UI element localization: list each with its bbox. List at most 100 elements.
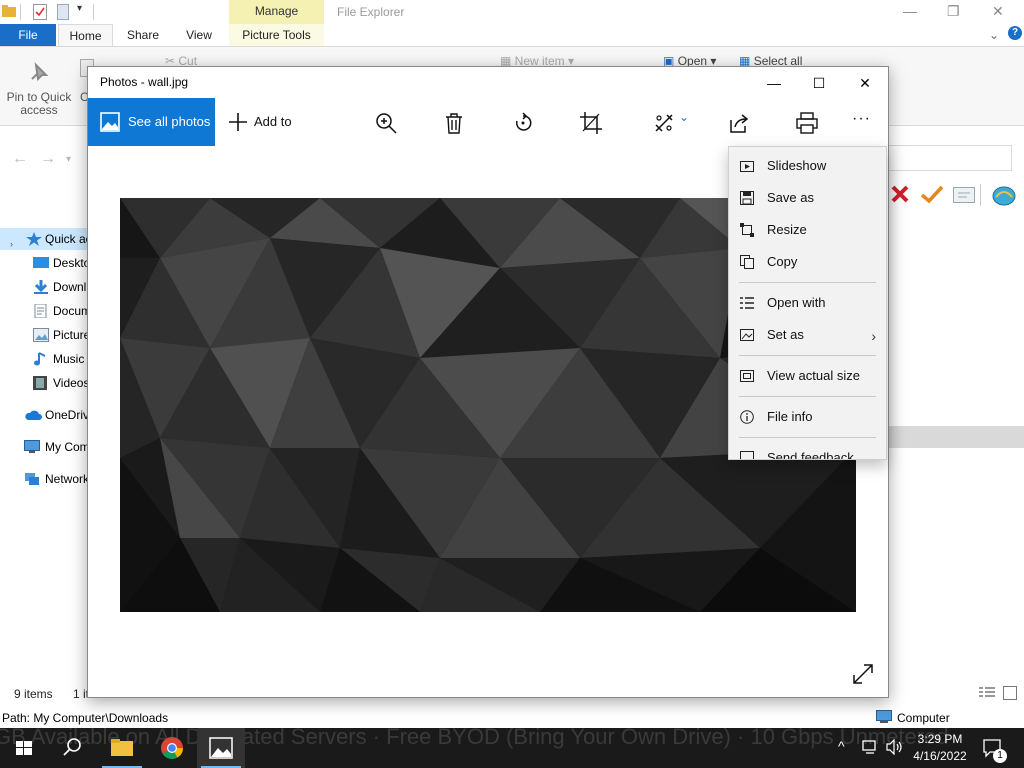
tab-home[interactable]: Home — [58, 24, 113, 46]
open-with-icon — [740, 296, 754, 310]
save-icon — [740, 191, 754, 205]
actual-size-icon — [740, 369, 754, 383]
close-icon[interactable]: ✕ — [992, 3, 1004, 20]
menu-item-view-actual-size[interactable]: View actual size — [729, 361, 886, 391]
menu-label: Resize — [767, 222, 807, 237]
share-button[interactable] — [718, 98, 758, 146]
menu-item-set-as[interactable]: Set as › — [729, 320, 886, 350]
menu-label: Save as — [767, 190, 814, 205]
taskbar-file-explorer[interactable] — [98, 728, 146, 768]
crop-button[interactable] — [570, 98, 610, 146]
nav-item-downloads[interactable]: Downl — [0, 276, 90, 298]
nav-item-quick-access[interactable]: › Quick ac — [0, 228, 90, 250]
nav-item-my-computer[interactable]: My Com — [0, 436, 90, 458]
menu-item-save-as[interactable]: Save as — [729, 183, 886, 213]
menu-label: Send feedback — [767, 450, 854, 460]
copy-icon — [740, 255, 754, 269]
manage-tab[interactable]: Manage — [229, 0, 324, 24]
network-icon — [24, 472, 40, 486]
pin-icon[interactable] — [28, 61, 50, 83]
computer-status-icon — [876, 710, 892, 724]
menu-item-resize[interactable]: Resize — [729, 215, 886, 245]
menu-item-slideshow[interactable]: Slideshow — [729, 151, 886, 181]
properties-icon[interactable] — [33, 4, 47, 20]
nav-label: Deskto — [53, 256, 90, 270]
checkmark-icon[interactable] — [920, 184, 944, 204]
qat-dropdown-icon[interactable]: ▾ — [77, 3, 82, 14]
see-all-photos-button[interactable]: See all photos — [88, 98, 215, 146]
more-options-button[interactable]: ··· — [844, 98, 884, 146]
menu-separator — [739, 355, 876, 356]
show-hidden-icons-icon[interactable]: ^ — [838, 738, 845, 754]
chrome-icon — [161, 737, 183, 759]
tab-file[interactable]: File — [0, 24, 56, 46]
taskbar: GB Available on All Dedicated Servers · … — [0, 728, 1024, 768]
nav-item-network[interactable]: Network — [0, 468, 90, 490]
menu-label: File info — [767, 409, 813, 424]
close-icon[interactable]: ✕ — [842, 71, 888, 95]
selected-row-highlight — [888, 426, 1024, 448]
nav-item-music[interactable]: Music — [0, 348, 90, 370]
menu-item-send-feedback[interactable]: Send feedback — [729, 443, 886, 460]
menu-item-file-info[interactable]: File info — [729, 402, 886, 432]
minimize-icon[interactable]: — — [903, 3, 917, 19]
cloud-icon — [24, 408, 42, 422]
forward-arrow-icon[interactable]: → — [40, 150, 56, 168]
new-folder-icon[interactable] — [57, 4, 69, 20]
tab-share[interactable]: Share — [118, 24, 168, 46]
maximize-icon[interactable]: ❐ — [947, 3, 960, 20]
zoom-button[interactable] — [365, 98, 405, 146]
network-status-icon[interactable] — [862, 739, 880, 755]
windows-logo-icon — [16, 741, 32, 755]
see-all-photos-label: See all photos — [128, 114, 211, 129]
delete-x-icon[interactable] — [890, 184, 910, 204]
clock-time[interactable]: 3:29 PM — [910, 732, 970, 746]
trash-icon — [446, 113, 462, 134]
current-path: Path: My Computer\Downloads — [2, 711, 169, 725]
chevron-right-icon[interactable]: › — [10, 233, 13, 250]
pin-label-line2: access — [20, 103, 58, 117]
recent-dropdown-icon[interactable]: ▾ — [66, 154, 71, 165]
nav-item-pictures[interactable]: Picture — [0, 324, 90, 346]
start-button[interactable] — [0, 728, 48, 768]
tab-picture-tools[interactable]: Picture Tools — [229, 24, 324, 46]
maximize-icon[interactable]: ☐ — [796, 71, 842, 95]
help-icon[interactable]: ? — [1008, 26, 1022, 40]
nav-item-documents[interactable]: Docum — [0, 300, 90, 322]
menu-item-open-with[interactable]: Open with — [729, 288, 886, 318]
computer-label: Computer — [897, 711, 950, 725]
large-icons-view-icon[interactable] — [1003, 686, 1017, 700]
nav-label: Downl — [53, 280, 87, 294]
edit-create-button[interactable]: ⌄ — [643, 98, 693, 146]
taskbar-chrome[interactable] — [148, 728, 196, 768]
more-icon: ··· — [852, 110, 871, 127]
volume-icon[interactable] — [886, 739, 904, 755]
item-count: 9 items — [14, 687, 53, 701]
expand-ribbon-icon[interactable]: ⌄ — [989, 28, 999, 42]
nav-item-onedrive[interactable]: OneDriv — [0, 404, 90, 426]
slideshow-icon — [740, 159, 754, 173]
mail-icon[interactable] — [953, 187, 975, 203]
nav-item-desktop[interactable]: Deskto — [0, 252, 90, 274]
pictures-icon — [33, 328, 49, 342]
folder-icon[interactable] — [2, 4, 16, 18]
minimize-icon[interactable]: — — [751, 71, 797, 95]
path-bar: Path: My Computer\Downloads Computer — [0, 708, 1024, 728]
delete-button[interactable] — [433, 98, 473, 146]
clock-date[interactable]: 4/16/2022 — [910, 749, 970, 763]
more-options-menu: Slideshow Save as Resize Copy Open with … — [728, 146, 887, 460]
search-input[interactable] — [888, 145, 1012, 171]
back-arrow-icon[interactable]: ← — [12, 150, 28, 168]
search-button[interactable] — [48, 728, 96, 768]
rotate-button[interactable] — [502, 98, 542, 146]
tab-view[interactable]: View — [176, 24, 222, 46]
pin-to-quick-access-button[interactable]: Pin to Quick access — [4, 91, 74, 117]
print-button[interactable] — [786, 98, 826, 146]
chevron-down-icon[interactable]: ⌄ — [679, 110, 689, 124]
menu-item-copy[interactable]: Copy — [729, 247, 886, 277]
nav-item-videos[interactable]: Videos — [0, 372, 90, 394]
shell-icon[interactable] — [991, 183, 1017, 207]
taskbar-photos[interactable] — [197, 728, 245, 768]
full-screen-button[interactable] — [852, 663, 876, 687]
details-view-icon[interactable] — [979, 687, 995, 699]
